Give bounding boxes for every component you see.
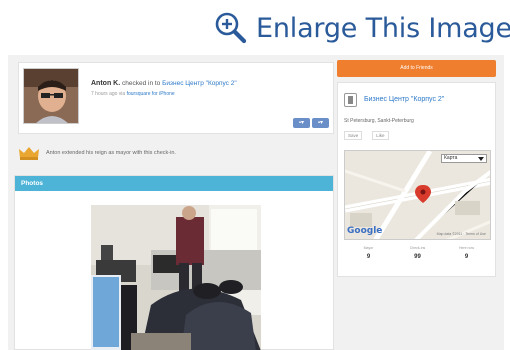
stat-value: 9 <box>464 254 469 260</box>
stat-value: 99 <box>414 254 421 260</box>
checkin-actions: ▪▾ ▪▾ <box>293 118 329 128</box>
share-icon[interactable]: ▪▾ <box>312 118 329 128</box>
stat-label: Here now <box>459 246 474 250</box>
stat-label: Check-ins <box>409 246 426 250</box>
map-attribution[interactable]: Map data ©2011 · Terms of Use <box>437 232 486 236</box>
venue-card: Бизнес Центр "Корпус 2" St Petersburg, S… <box>337 82 496 277</box>
venue-stats: Mayor 9 Check-ins 99 Here now 9 <box>344 246 491 272</box>
stat-value: 9 <box>366 254 371 260</box>
stat-mayor: Mayor 9 <box>349 246 389 272</box>
enlarge-label: Enlarge This Image <box>256 12 510 44</box>
checkin-photo[interactable] <box>91 205 261 350</box>
checkin-meta: 7 hours ago via foursquare for iPhone <box>91 91 175 97</box>
checkin-headline: Anton K. checked in to Бизнес Центр "Кор… <box>91 80 237 87</box>
venue-tag-save[interactable]: Save <box>344 131 363 140</box>
building-icon <box>344 93 357 107</box>
venue-tag-like[interactable]: Like <box>372 131 389 140</box>
user-name[interactable]: Anton K. <box>91 80 120 87</box>
venue-map[interactable]: Карта Google Map data ©2011 · Terms of U… <box>344 150 491 240</box>
add-friend-button[interactable]: Add to Friends <box>337 60 496 77</box>
photos-header: Photos <box>15 176 333 191</box>
venue-tags: Save Like <box>344 131 389 140</box>
venue-link[interactable]: Бизнес Центр "Корпус 2" <box>162 80 237 87</box>
mayor-notice: Anton extended his reign as mayor with t… <box>18 143 334 163</box>
venue-address: St Petersburg, Sankt-Peterburg <box>344 118 414 124</box>
page-screenshot: Anton K. checked in to Бизнес Центр "Кор… <box>8 55 504 350</box>
photos-panel: Photos <box>14 175 334 350</box>
crown-icon <box>19 147 39 160</box>
map-type-select[interactable]: Карта <box>441 154 487 163</box>
checkin-time: 7 hours ago via <box>91 91 126 97</box>
stat-checkins: Check-ins 99 <box>398 246 438 272</box>
stat-here-now: Here now 9 <box>447 246 487 272</box>
zoom-in-icon <box>215 12 247 44</box>
stat-label: Mayor <box>363 246 374 250</box>
checkin-app-link[interactable]: foursquare for iPhone <box>127 91 175 97</box>
enlarge-image-link[interactable]: Enlarge This Image <box>214 8 510 48</box>
mayor-text: Anton extended his reign as mayor with t… <box>46 150 176 156</box>
checkin-action: checked in to <box>121 80 161 87</box>
venue-name[interactable]: Бизнес Центр "Корпус 2" <box>364 96 444 103</box>
google-logo: Google <box>347 226 383 236</box>
checkin-card: Anton K. checked in to Бизнес Центр "Кор… <box>18 62 334 134</box>
comment-icon[interactable]: ▪▾ <box>293 118 310 128</box>
avatar[interactable] <box>23 68 79 124</box>
